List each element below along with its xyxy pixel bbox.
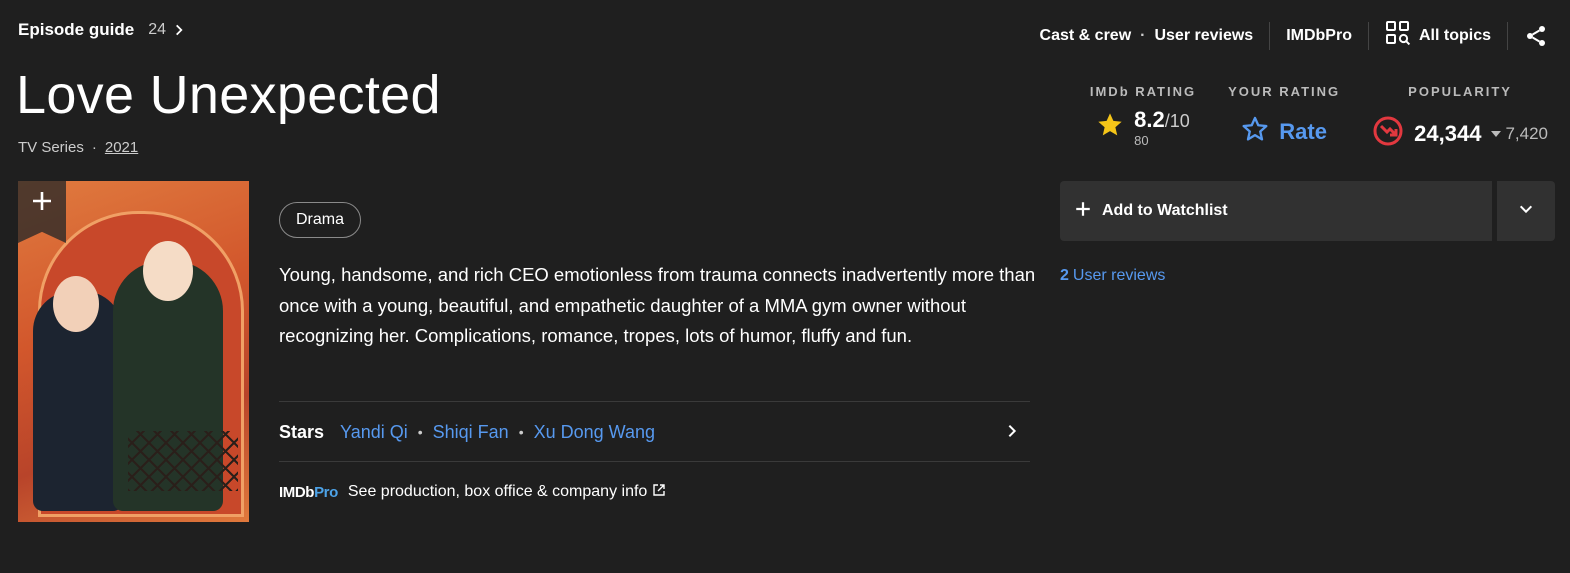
poster-image[interactable] [18,181,249,522]
cast-crew-link[interactable]: Cast & crew [1040,27,1132,45]
title-type: TV Series [18,139,84,156]
star-separator: • [417,424,423,440]
poster-face [143,241,193,301]
all-topics-label: All topics [1418,26,1491,44]
episode-guide-label: Episode guide [18,20,135,39]
nav-divider [1367,21,1369,50]
episode-guide-link[interactable]: Episode guide 24 [18,20,186,40]
rate-button[interactable]: Rate [1241,115,1327,149]
your-rating: YOUR RATING Rate [1228,84,1340,152]
plus-icon [30,189,54,243]
top-nav: Cast & crew · User reviews IMDbPro All t… [1040,20,1548,51]
nav-separator-dot: · [1140,26,1146,44]
external-link-icon [653,483,666,501]
imdbpro-logo: IMDbPro [279,483,338,501]
popularity-rank: 24,344 [1414,120,1482,146]
imdb-vote-count: 80 [1134,133,1149,148]
chevron-right-icon[interactable] [1004,423,1020,444]
ratings-bar: IMDb RATING 8.2/10 80 YOUR RATING Rate P… [1090,84,1548,152]
divider [279,461,1030,462]
user-reviews-label: User reviews [1072,267,1166,284]
imdb-rating-label: IMDb RATING [1089,84,1197,99]
nav-divider [1507,21,1508,50]
divider [279,401,1030,402]
star-link[interactable]: Shiqi Fan [433,422,509,443]
popularity-label: POPULARITY [1408,84,1512,99]
meta-separator: · [91,139,97,156]
imdb-score: 8.2 [1134,107,1165,132]
popularity[interactable]: POPULARITY 24,344 7,420 [1372,84,1548,152]
add-to-watchlist-button[interactable]: Add to Watchlist [1060,181,1492,241]
stars-row: Stars Yandi Qi • Shiqi Fan • Xu Dong Wan… [279,419,1030,445]
user-reviews-link[interactable]: User reviews [1154,27,1253,45]
share-icon[interactable] [1524,24,1548,48]
imdb-score-max: /10 [1164,111,1190,131]
star-icon [1096,111,1124,144]
release-year-link[interactable]: 2021 [105,139,138,156]
chevron-down-icon [1518,201,1534,222]
add-to-watchlist-ribbon[interactable] [18,181,66,243]
star-link[interactable]: Yandi Qi [340,422,408,443]
plot-summary: Young, handsome, and rich CEO emotionles… [279,264,1036,346]
trend-down-icon [1372,115,1404,152]
imdbpro-info-text: See production, box office & company inf… [347,483,648,500]
grid-icon [1385,20,1411,51]
title-meta: TV Series · 2021 [18,139,138,156]
star-outline-icon [1241,115,1269,149]
popularity-delta: 7,420 [1505,123,1548,143]
add-to-watchlist-label: Add to Watchlist [1102,202,1228,219]
stars-label: Stars [279,421,325,442]
top-bar: Episode guide 24 Cast & crew · User revi… [18,20,1570,51]
poster-face [53,276,99,332]
nav-divider [1269,21,1271,50]
star-link[interactable]: Xu Dong Wang [534,422,655,443]
plus-icon [1074,200,1092,223]
imdbpro-info-link[interactable]: IMDbPro See production, box office & com… [279,483,666,501]
caret-down-icon [1491,124,1502,144]
chevron-right-icon [172,23,186,37]
your-rating-label: YOUR RATING [1228,84,1341,99]
poster-fence [128,431,238,491]
watchlist-dropdown-button[interactable] [1497,181,1555,241]
rate-label: Rate [1279,119,1327,144]
all-topics-button[interactable]: All topics [1385,20,1491,51]
page-title: Love Unexpected [16,65,441,125]
imdb-rating[interactable]: IMDb RATING 8.2/10 80 [1090,84,1196,152]
episode-count: 24 [148,21,166,38]
genre-chip[interactable]: Drama [279,202,362,238]
imdbpro-link[interactable]: IMDbPro [1286,27,1352,45]
star-separator: • [518,424,524,440]
user-reviews-count-link[interactable]: 2 User reviews [1060,267,1165,285]
user-reviews-count: 2 [1060,267,1069,284]
